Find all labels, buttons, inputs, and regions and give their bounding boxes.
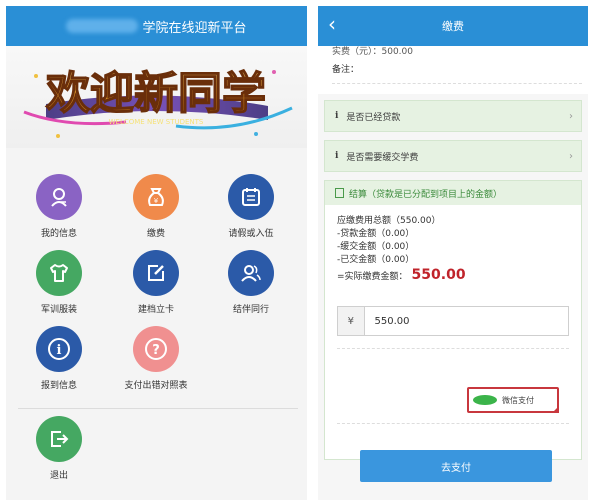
actual-payment-amount: 550.00 xyxy=(411,267,466,283)
tile-label: 军训服装 xyxy=(40,305,77,315)
wechat-logo-icon xyxy=(473,395,497,405)
tile-file-card[interactable]: 建档立卡 xyxy=(111,250,201,315)
total-fee-line: 应缴费用总额（550.00） xyxy=(337,216,441,226)
app-header: 学院在线迎新平台 xyxy=(6,6,307,46)
tile-label: 请假或入伍 xyxy=(228,229,274,239)
actual-payment-line: =实际缴费金额： 550.00 xyxy=(337,267,569,284)
tile-travel-together[interactable]: 结伴同行 xyxy=(206,250,296,315)
tile-payment-error-table[interactable]: ? 支付出错对照表 xyxy=(111,326,201,391)
defer-question-panel[interactable]: i 是否需要缓交学费 › xyxy=(324,140,582,172)
payment-header: ‹ 缴费 xyxy=(318,6,588,46)
dashed-divider xyxy=(332,83,582,84)
currency-symbol: ¥ xyxy=(338,307,365,335)
payment-screen: ‹ 缴费 实费（元）：500.00 备注： i 是否已经贷款 › i 是否需要缓… xyxy=(318,6,588,500)
banner-sub-text: WELCOME NEW STUDENTS xyxy=(109,118,204,126)
svg-text:¥: ¥ xyxy=(154,197,159,205)
logout-icon xyxy=(36,416,82,462)
tile-leave-or-enlist[interactable]: 请假或入伍 xyxy=(206,174,296,239)
settlement-body: 应缴费用总额（550.00） -贷款金额（0.00） -缓交金额（0.00） -… xyxy=(325,205,581,284)
settlement-header: 结算（贷款是已分配到项目上的金额） xyxy=(325,181,581,205)
home-screen: 学院在线迎新平台 欢迎新同学 WELCOME NEW STUDENTS 我的信息… xyxy=(6,6,307,500)
dashed-divider xyxy=(337,423,569,424)
tile-label: 结伴同行 xyxy=(232,305,269,315)
info-icon: i xyxy=(335,111,339,121)
tile-report-info[interactable]: i 报到信息 xyxy=(14,326,104,391)
svg-text:i: i xyxy=(57,343,62,358)
chevron-right-icon: › xyxy=(569,150,573,162)
svg-text:?: ? xyxy=(152,343,160,358)
tile-label: 我的信息 xyxy=(40,229,77,239)
tile-label: 退出 xyxy=(49,471,68,481)
deferred-amount-line: -缓交金额（0.00） xyxy=(337,242,415,252)
grid-divider xyxy=(18,408,298,409)
loan-question-label: 是否已经贷款 xyxy=(346,112,401,123)
settlement-panel: 结算（贷款是已分配到项目上的金额） 应缴费用总额（550.00） -贷款金额（0… xyxy=(324,180,582,460)
wechat-pay-label: 微信支付 xyxy=(502,395,534,405)
actual-payment-label: =实际缴费金额： xyxy=(337,272,408,282)
tile-military-uniform[interactable]: 军训服装 xyxy=(14,250,104,315)
loan-amount-line: -贷款金额（0.00） xyxy=(337,229,415,239)
edit-icon xyxy=(133,250,179,296)
tile-label: 报到信息 xyxy=(40,381,77,391)
back-chevron-icon[interactable]: ‹ xyxy=(328,14,336,34)
settlement-title: 结算（贷款是已分配到项目上的金额） xyxy=(349,189,503,200)
header-title: 学院在线迎新平台 xyxy=(142,20,247,36)
tile-label: 建档立卡 xyxy=(137,305,174,315)
wechat-pay-option[interactable]: 微信支付 xyxy=(467,387,559,413)
tile-my-info[interactable]: 我的信息 xyxy=(14,174,104,239)
amount-input[interactable] xyxy=(364,307,568,335)
defer-question-label: 是否需要缓交学费 xyxy=(346,152,419,163)
tshirt-icon xyxy=(36,250,82,296)
user-card-icon xyxy=(36,174,82,220)
chevron-right-icon: › xyxy=(569,110,573,122)
money-bag-icon: ¥ xyxy=(133,174,179,220)
calculator-icon xyxy=(335,188,344,198)
tile-payment[interactable]: ¥ 缴费 xyxy=(111,174,201,239)
info-icon: i xyxy=(36,326,82,372)
blurred-school-name xyxy=(66,19,139,33)
pay-button[interactable]: 去支付 xyxy=(360,450,552,482)
info-icon: i xyxy=(335,151,339,161)
selected-check-icon xyxy=(552,406,559,413)
actual-fee-text: 实费（元）：500.00 xyxy=(332,47,413,57)
welcome-banner: 欢迎新同学 WELCOME NEW STUDENTS xyxy=(6,46,307,148)
dashed-divider xyxy=(337,348,569,349)
amount-input-group: ¥ xyxy=(337,306,569,336)
question-icon: ? xyxy=(133,326,179,372)
tile-label: 缴费 xyxy=(146,229,165,239)
welcome-banner-art: 欢迎新同学 WELCOME NEW STUDENTS xyxy=(23,67,293,138)
loan-question-panel[interactable]: i 是否已经贷款 › xyxy=(324,100,582,132)
remark-label: 备注： xyxy=(332,65,360,75)
tile-label: 支付出错对照表 xyxy=(124,381,188,391)
banner-main-text: 欢迎新同学 xyxy=(45,68,266,119)
payment-title: 缴费 xyxy=(442,20,464,33)
tile-logout[interactable]: 退出 xyxy=(14,416,104,481)
fee-summary-top: 实费（元）：500.00 备注： xyxy=(318,46,588,94)
calendar-list-icon xyxy=(228,174,274,220)
paid-amount-line: -已交金额（0.00） xyxy=(337,255,415,265)
people-icon xyxy=(228,250,274,296)
